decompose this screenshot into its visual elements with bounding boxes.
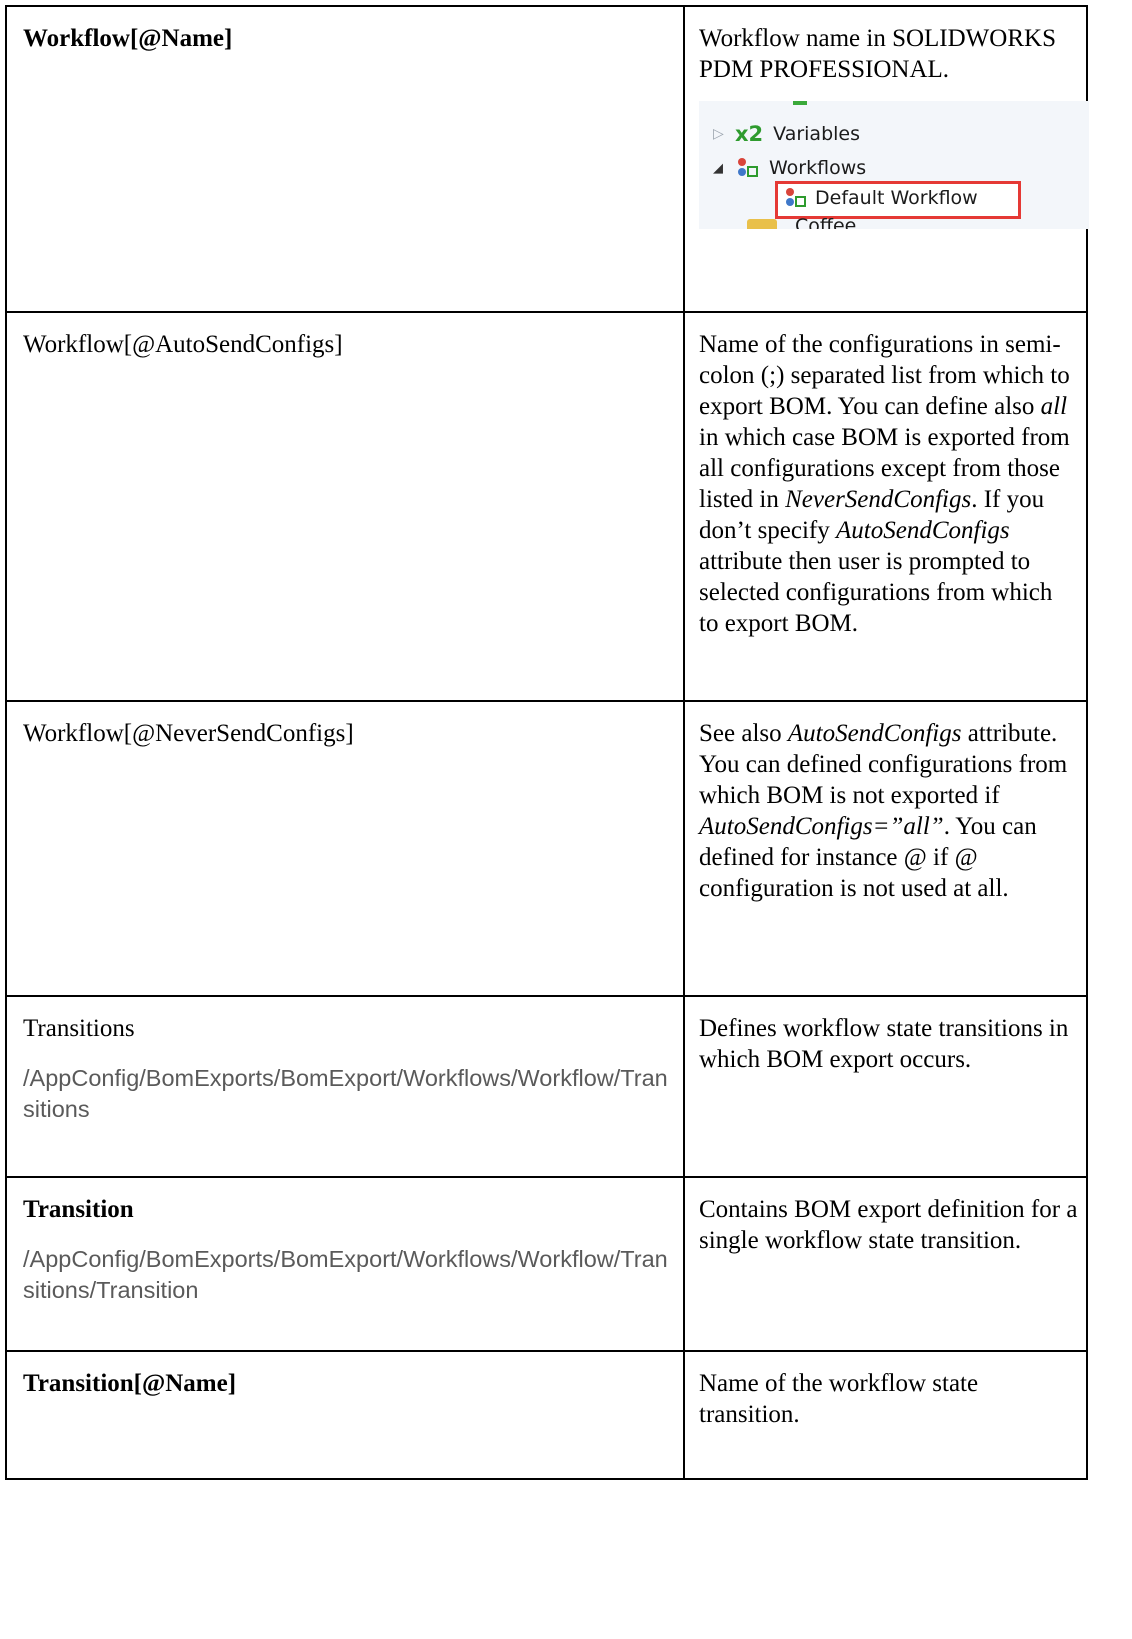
term-cell: Transition[@Name] xyxy=(5,1350,685,1480)
description-text: Name of the configurations in semi-colon… xyxy=(699,329,1078,639)
variables-icon: x2 xyxy=(735,122,764,146)
workflow-icon xyxy=(737,157,759,179)
description-cell: Workflow name in SOLIDWORKS PDM PROFESSI… xyxy=(683,5,1089,313)
table-row: Workflow[@AutoSendConfigs] Name of the c… xyxy=(5,311,1088,702)
table-body: Workflow[@Name] Workflow name in SOLIDWO… xyxy=(5,5,1089,1480)
description-emphasis: NeverSendConfigs xyxy=(785,486,972,513)
term-cell: Workflow[@AutoSendConfigs] xyxy=(5,311,685,702)
description-cell: Defines workflow state transitions in wh… xyxy=(683,995,1088,1178)
description-run: Contains BOM export definition for a sin… xyxy=(699,1196,1078,1254)
term-cell: Workflow[@Name] xyxy=(5,5,685,313)
term-cell: Workflow[@NeverSendConfigs] xyxy=(5,700,685,997)
term-label: Workflow[@Name] xyxy=(23,25,233,52)
description-emphasis: AutoSendConfigs xyxy=(836,517,1010,544)
description-run: attribute then user is prompted to selec… xyxy=(699,548,1053,637)
term-label: Transitions xyxy=(23,1015,135,1042)
workflow-tree-screenshot: ▷ x2 Variables ◢ Workflows Default Workf… xyxy=(699,101,1089,229)
table-row: Workflow[@Name] Workflow name in SOLIDWO… xyxy=(5,5,1089,313)
description-text: Name of the workflow state transition. xyxy=(699,1368,1078,1430)
attribute-reference-table: Workflow[@Name] Workflow name in SOLIDWO… xyxy=(5,5,1089,1480)
term-label: Transition[@Name] xyxy=(23,1370,237,1397)
tree-item-label: Variables xyxy=(773,123,860,145)
table-row: Transition[@Name] Name of the workflow s… xyxy=(5,1350,1088,1480)
collapse-arrow-icon: ◢ xyxy=(713,160,723,176)
term-cell: Transition /AppConfig/BomExports/BomExpo… xyxy=(5,1176,685,1352)
term-cell: Transitions /AppConfig/BomExports/BomExp… xyxy=(5,995,685,1178)
description-text: Defines workflow state transitions in wh… xyxy=(699,1013,1078,1075)
description-text: Contains BOM export definition for a sin… xyxy=(699,1194,1078,1256)
xml-path: /AppConfig/BomExports/BomExport/Workflow… xyxy=(23,1246,668,1303)
table-row: Transition /AppConfig/BomExports/BomExpo… xyxy=(5,1176,1088,1352)
description-run: Name of the workflow state transition. xyxy=(699,1370,979,1428)
description-emphasis: AutoSendConfigs xyxy=(787,720,962,747)
tree-item-workflows: ◢ Workflows xyxy=(713,153,866,183)
table-row: Workflow[@NeverSendConfigs] See also Aut… xyxy=(5,700,1088,997)
tree-item-partial-label: Coffee xyxy=(795,215,857,229)
tree-item-label: Default Workflow xyxy=(815,187,978,209)
description-cell: Contains BOM export definition for a sin… xyxy=(683,1176,1088,1352)
description-run: See also xyxy=(699,720,788,747)
description-cell: Name of the configurations in semi-colon… xyxy=(683,311,1088,702)
tree-item-default-workflow: Default Workflow xyxy=(785,183,978,213)
description-emphasis: AutoSendConfigs=”all” xyxy=(699,813,944,840)
description-run: Name of the configurations in semi-colon… xyxy=(699,331,1070,420)
description-text: Workflow name in SOLIDWORKS PDM PROFESSI… xyxy=(699,23,1078,85)
vault-icon xyxy=(747,219,777,229)
tree-item-top-fragment xyxy=(793,101,807,105)
tree-item-label: Workflows xyxy=(769,157,867,179)
workflow-icon xyxy=(785,187,807,209)
description-cell: See also AutoSendConfigs attribute. You … xyxy=(683,700,1088,997)
description-run: Defines workflow state transitions in wh… xyxy=(699,1015,1069,1073)
term-label: Workflow[@AutoSendConfigs] xyxy=(23,331,343,358)
expand-arrow-icon: ▷ xyxy=(713,126,724,142)
xml-path: /AppConfig/BomExports/BomExport/Workflow… xyxy=(23,1065,668,1122)
term-label: Workflow[@NeverSendConfigs] xyxy=(23,720,354,747)
description-run: Workflow name in SOLIDWORKS PDM PROFESSI… xyxy=(699,25,1056,83)
description-text: See also AutoSendConfigs attribute. You … xyxy=(699,718,1078,904)
term-label: Transition xyxy=(23,1196,134,1223)
description-cell: Name of the workflow state transition. xyxy=(683,1350,1088,1480)
table-row: Transitions /AppConfig/BomExports/BomExp… xyxy=(5,995,1088,1178)
description-emphasis: all xyxy=(1040,393,1068,420)
tree-item-variables: ▷ x2 Variables xyxy=(713,119,860,149)
